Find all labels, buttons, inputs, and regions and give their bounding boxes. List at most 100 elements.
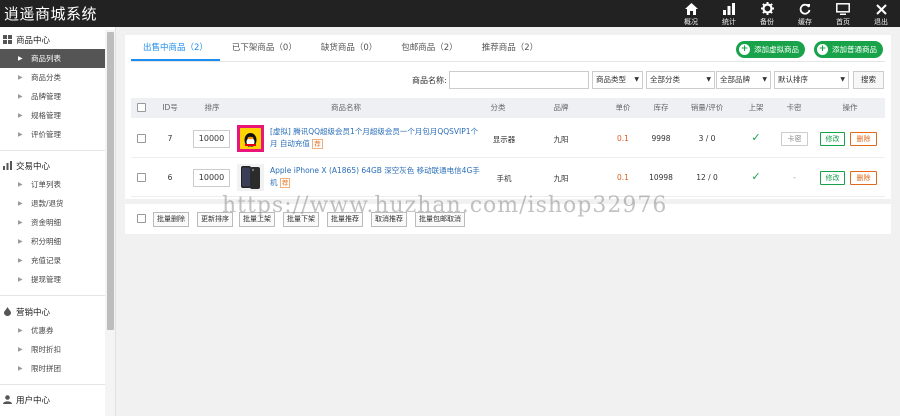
top-bar: 逍遥商城系统 概况 统计 备份 缓存 首页 退出 — [0, 0, 900, 27]
home-icon — [684, 0, 698, 15]
sidebar-item-label: 订单列表 — [31, 180, 61, 189]
sidebar-item-review[interactable]: ▶ 评价管理 — [0, 125, 105, 144]
button-label: 添加普通商品 — [832, 45, 877, 54]
tab-recommended[interactable]: 推荐商品（2） — [470, 41, 550, 61]
column-header: 分类 — [490, 103, 506, 112]
sidebar-item-funds[interactable]: ▶ 资金明细 — [0, 213, 105, 232]
sidebar-item-groupbuy[interactable]: ▶ 限时拼团 — [0, 359, 105, 378]
goods-type-select[interactable]: 商品类型 ▼ — [592, 71, 643, 89]
sidebar-group-goods: 商品中心 ▶ 商品列表 ▶ 商品分类 ▶ 品牌管理 ▶ 规格管理 ▶ 评价管理 — [0, 30, 105, 144]
bulk-delete-button[interactable]: 批量删除 — [153, 212, 189, 227]
chevron-right-icon: ▶ — [18, 238, 23, 245]
sidebar-scroll-thumb[interactable] — [107, 32, 114, 330]
sidebar-item-refund[interactable]: ▶ 退款/退货 — [0, 194, 105, 213]
sidebar-item-label: 优惠券 — [31, 326, 54, 335]
sidebar-item-withdraw[interactable]: ▶ 提现管理 — [0, 270, 105, 289]
delete-button[interactable]: 删除 — [850, 171, 877, 185]
sidebar-item-orders[interactable]: ▶ 订单列表 — [0, 175, 105, 194]
topnav-home[interactable]: 首页 — [824, 0, 862, 27]
sidebar-item-goods-list[interactable]: ▶ 商品列表 — [0, 49, 105, 68]
edit-button[interactable]: 修改 — [820, 171, 845, 185]
onsale-check-icon[interactable]: ✓ — [743, 170, 769, 183]
add-virtual-goods-button[interactable]: + 添加虚拟商品 — [736, 41, 805, 58]
sidebar-group-title[interactable]: 交易中心 — [0, 156, 105, 175]
monitor-icon — [836, 0, 850, 15]
sidebar-group-title[interactable]: 用户中心 — [0, 390, 105, 409]
column-header: 卡密 — [786, 103, 802, 112]
topnav-backup[interactable]: 备份 — [748, 0, 786, 27]
table-row: 7 10000 [虚拟] 腾讯QQ超级会员1个月超级会员一个月包月QQSVIP1… — [131, 120, 885, 158]
table-row: 6 10000 Apple iPhone X (A1865) 64GB 深空灰色… — [131, 159, 885, 197]
qq-penguin-icon — [237, 125, 264, 152]
sort-select[interactable]: 默认排序 ▼ — [774, 71, 849, 89]
row-checkbox[interactable] — [137, 173, 146, 182]
sidebar-item-recharge[interactable]: ▶ 充值记录 — [0, 251, 105, 270]
sidebar-item-label: 限时折扣 — [31, 345, 61, 354]
sidebar-divider — [0, 384, 105, 385]
caret-down-icon: ▼ — [706, 76, 711, 83]
tab-out-of-stock[interactable]: 缺货商品（0） — [309, 41, 389, 61]
card-key-empty: - — [793, 173, 796, 182]
card-key-button[interactable]: 卡密 — [781, 132, 808, 146]
sidebar-group-label: 营销中心 — [16, 307, 51, 318]
sidebar-item-discount[interactable]: ▶ 限时折扣 — [0, 340, 105, 359]
sidebar-item-label: 资金明细 — [31, 218, 61, 227]
topnav-cache[interactable]: 缓存 — [786, 0, 824, 27]
sidebar-item-label: 提现管理 — [31, 275, 61, 284]
sidebar-group-user: 用户中心 — [0, 390, 105, 409]
tab-off-shelf[interactable]: 已下架商品（0） — [220, 41, 309, 61]
tab-on-sale[interactable]: 出售中商品（2） — [131, 41, 220, 61]
row-checkbox[interactable] — [137, 134, 146, 143]
sidebar-group-title[interactable]: 营销中心 — [0, 302, 105, 321]
goods-thumbnail — [237, 125, 264, 152]
sidebar-item-spec[interactable]: ▶ 规格管理 — [0, 106, 105, 125]
sidebar-item-coupon[interactable]: ▶ 优惠券 — [0, 321, 105, 340]
chevron-right-icon: ▶ — [18, 131, 23, 138]
sidebar-item-points[interactable]: ▶ 积分明细 — [0, 232, 105, 251]
goods-category: 手机 — [496, 174, 512, 183]
goods-name-link[interactable]: [虚拟] 腾讯QQ超级会员1个月超级会员一个月包月QQSVIP1个月 自动充值 … — [270, 126, 482, 150]
chevron-right-icon: ▶ — [18, 276, 23, 283]
recommend-badge: 荐 — [312, 139, 323, 149]
column-header: 品牌 — [553, 103, 569, 112]
topnav-label: 统计 — [722, 18, 736, 26]
sidebar-item-label: 商品分类 — [31, 73, 61, 82]
button-label: 添加虚拟商品 — [754, 45, 799, 54]
sidebar-group-title[interactable]: 商品中心 — [0, 30, 105, 49]
sort-input[interactable]: 10000 — [193, 169, 230, 187]
select-all-checkbox[interactable] — [137, 103, 146, 112]
onsale-check-icon[interactable]: ✓ — [743, 131, 769, 144]
goods-sales: 12 / 0 — [696, 173, 718, 182]
add-normal-goods-button[interactable]: + 添加普通商品 — [814, 41, 883, 58]
brand-select[interactable]: 全部品牌 ▼ — [716, 71, 771, 89]
goods-name: [虚拟] 腾讯QQ超级会员1个月超级会员一个月包月QQSVIP1个月 自动充值 — [270, 127, 479, 148]
sidebar-group-label: 用户中心 — [16, 395, 51, 406]
topnav-logout[interactable]: 退出 — [862, 0, 900, 27]
topnav-label: 首页 — [836, 18, 850, 26]
search-button[interactable]: 搜索 — [853, 71, 884, 89]
bulk-select-checkbox[interactable] — [137, 214, 146, 223]
delete-button[interactable]: 删除 — [850, 132, 877, 146]
sidebar-item-brand[interactable]: ▶ 品牌管理 — [0, 87, 105, 106]
sidebar-item-label: 积分明细 — [31, 237, 61, 246]
recommend-badge: 荐 — [279, 178, 291, 188]
goods-brand: 九阳 — [553, 135, 569, 144]
watermark-text: https://www.huzhan.com/ishop32976 — [222, 193, 668, 218]
topnav-stats[interactable]: 统计 — [710, 0, 748, 27]
goods-name-input[interactable] — [449, 71, 589, 89]
edit-button[interactable]: 修改 — [820, 132, 845, 146]
goods-id: 7 — [167, 134, 173, 143]
topnav-label: 缓存 — [798, 18, 812, 26]
sort-input[interactable]: 10000 — [193, 130, 230, 148]
column-header: 操作 — [842, 103, 858, 112]
tab-free-shipping[interactable]: 包邮商品（2） — [389, 41, 469, 61]
category-select[interactable]: 全部分类 ▼ — [646, 71, 715, 89]
topnav-label: 概况 — [684, 18, 698, 26]
topnav-label: 备份 — [760, 18, 774, 26]
plus-icon: + — [817, 44, 828, 55]
topnav-overview[interactable]: 概况 — [672, 0, 710, 27]
plus-icon: + — [739, 44, 750, 55]
chevron-right-icon: ▶ — [18, 74, 23, 81]
goods-name-link[interactable]: Apple iPhone X (A1865) 64GB 深空灰色 移动联通电信4… — [270, 165, 482, 189]
sidebar-item-goods-category[interactable]: ▶ 商品分类 — [0, 68, 105, 87]
